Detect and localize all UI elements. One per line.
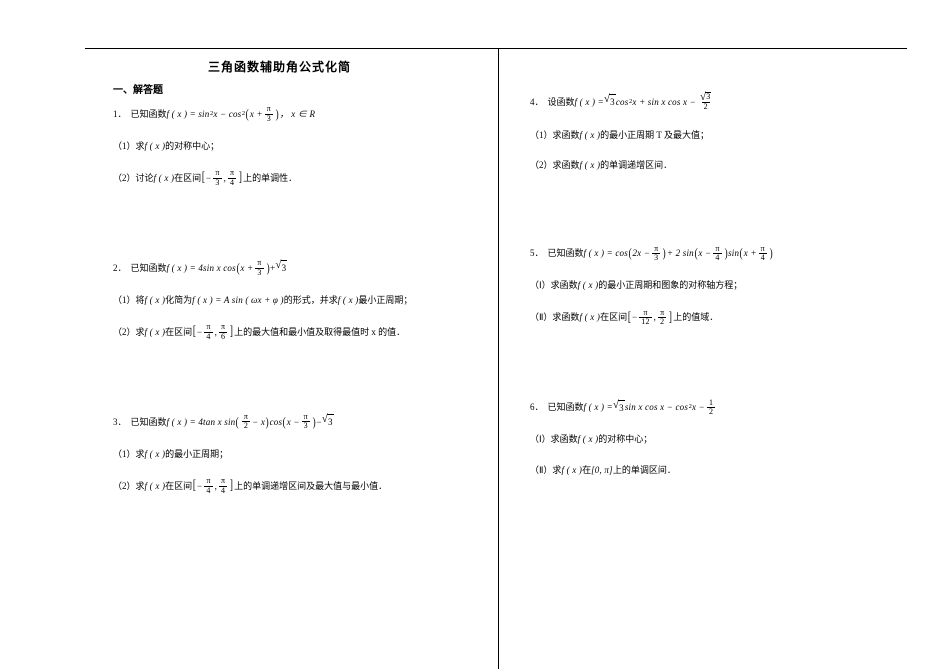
q1-number: 1． — [113, 107, 127, 121]
q4-sub2: （2）求函数 f ( x ) 的单调递增区间． — [530, 158, 894, 172]
q3-stem: 3． 已知函数 f ( x ) = 4tan x sin ( π2 − x ) … — [113, 413, 484, 431]
q1-lead: 已知函数 — [131, 107, 167, 121]
problem-2: 2． 已知函数 f ( x ) = 4sin x cos ( x + π3 ) … — [113, 259, 484, 341]
q2-sub2: （2）求 f ( x ) 在区间 [ − π4 , π6 ] 上的最大值和最小值… — [113, 323, 484, 341]
q2-stem: 2． 已知函数 f ( x ) = 4sin x cos ( x + π3 ) … — [113, 259, 484, 277]
worksheet-page: 三角函数辅助角公式化简 一、解答题 1． 已知函数 f ( x ) = sin2… — [0, 0, 945, 669]
q3-sub1: （1）求 f ( x ) 的最小正周期； — [113, 447, 484, 461]
q5-interval: [ − π12 , π2 ] — [627, 309, 673, 327]
q4-stem: 4． 设函数 f ( x ) = √3 cos2 x + sin x cos x… — [530, 92, 894, 112]
top-rule — [85, 48, 907, 49]
q5-stem: 5． 已知函数 f ( x ) = cos ( 2x − π3 ) + 2 si… — [530, 245, 894, 263]
q1-sub2: （2）讨论 f ( x ) 在区间 [ − π3 , π4 ] 上的单调性． — [113, 169, 484, 187]
right-column: 4． 设函数 f ( x ) = √3 cos2 x + sin x cos x… — [498, 58, 908, 659]
q4-expr: f ( x ) = √3 cos2 x + sin x cos x − √3 2 — [575, 92, 716, 112]
q2-sub1: （1）将 f ( x ) 化简为 f ( x ) = A sin ( ωx + … — [113, 293, 484, 307]
page-title: 三角函数辅助角公式化简 — [208, 58, 484, 77]
q1-stem: 1． 已知函数 f ( x ) = sin2 x − cos2 ( x + π3… — [113, 105, 484, 123]
q6-sub2: （Ⅱ）求 f ( x ) 在 [0, π] 上的单调区间． — [530, 463, 894, 477]
problem-3: 3． 已知函数 f ( x ) = 4tan x sin ( π2 − x ) … — [113, 413, 484, 495]
q3-interval: [ − π4 , π4 ] — [192, 477, 234, 495]
problem-5: 5． 已知函数 f ( x ) = cos ( 2x − π3 ) + 2 si… — [530, 245, 894, 327]
q1-expr: f ( x ) = sin2 x − cos2 ( x + π3 ) ， x ∈… — [167, 105, 316, 123]
q5-sub2: （Ⅱ）求函数 f ( x ) 在区间 [ − π12 , π2 ] 上的值域． — [530, 309, 894, 327]
section-heading: 一、解答题 — [113, 83, 484, 99]
q4-sub1: （1）求函数 f ( x ) 的最小正周期 T 及最大值； — [530, 128, 894, 142]
left-column: 三角函数辅助角公式化简 一、解答题 1． 已知函数 f ( x ) = sin2… — [85, 58, 498, 659]
q5-sub1: （Ⅰ）求函数 f ( x ) 的最小正周期和图象的对称轴方程； — [530, 278, 894, 292]
q1-interval: [ − π3 , π4 ] — [201, 169, 243, 187]
q2-expr: f ( x ) = 4sin x cos ( x + π3 ) + √3 — [167, 259, 288, 277]
q2-interval: [ − π4 , π6 ] — [192, 323, 234, 341]
q3-expr: f ( x ) = 4tan x sin ( π2 − x ) cos ( x … — [167, 413, 334, 431]
q6-expr: f ( x ) = √3 sin x cos x − cos2 x − 12 — [584, 399, 718, 417]
problem-6: 6． 已知函数 f ( x ) = √3 sin x cos x − cos2 … — [530, 399, 894, 478]
problem-4: 4． 设函数 f ( x ) = √3 cos2 x + sin x cos x… — [530, 92, 894, 173]
q6-sub1: （Ⅰ）求函数 f ( x ) 的对称中心； — [530, 432, 894, 446]
q3-sub2: （2）求 f ( x ) 在区间 [ − π4 , π4 ] 上的单调递增区间及… — [113, 477, 484, 495]
q6-stem: 6． 已知函数 f ( x ) = √3 sin x cos x − cos2 … — [530, 399, 894, 417]
problem-1: 1． 已知函数 f ( x ) = sin2 x − cos2 ( x + π3… — [113, 105, 484, 187]
q5-expr: f ( x ) = cos ( 2x − π3 ) + 2 sin ( x − … — [584, 245, 774, 263]
q1-sub1: （1）求 f ( x ) 的对称中心； — [113, 139, 484, 153]
